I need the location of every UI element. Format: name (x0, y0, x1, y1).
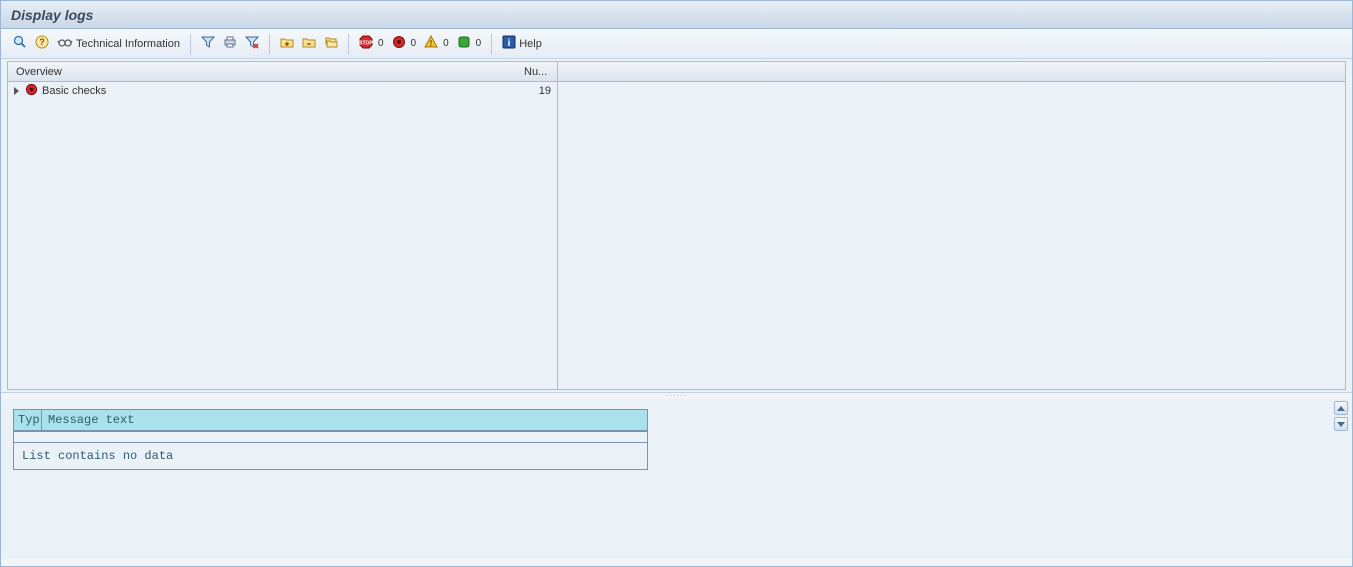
arrow-up-icon (1337, 406, 1345, 411)
help-button[interactable]: ? (31, 33, 53, 55)
toolbar-separator (491, 34, 492, 54)
tree-row-label: Basic checks (42, 85, 106, 97)
toolbar-separator (190, 34, 191, 54)
empty-message: List contains no data (14, 443, 647, 469)
magnifier-icon (12, 34, 28, 53)
empty-header (558, 62, 1345, 82)
toolbar-help-button[interactable]: i Help (498, 33, 546, 55)
svg-text:!: ! (430, 39, 433, 48)
table-divider (14, 431, 647, 443)
collapse-button[interactable] (298, 33, 320, 55)
col-header-text[interactable]: Message text (42, 410, 647, 431)
print-button[interactable] (219, 33, 241, 55)
filter-delete-button[interactable] (241, 33, 263, 55)
warning-count: 0 (443, 38, 449, 49)
scroll-up-button[interactable] (1334, 401, 1348, 415)
tree-header-overview[interactable]: Overview (8, 62, 520, 82)
funnel-x-icon (245, 35, 259, 52)
success-filter-button[interactable] (453, 33, 475, 55)
application-toolbar: ? Technical Information (1, 29, 1352, 59)
message-table-header: Typ Message text (14, 410, 647, 431)
warning-filter-button[interactable]: ! (420, 33, 442, 55)
error-icon (392, 35, 406, 52)
tree-row[interactable]: Basic checks (8, 82, 520, 100)
message-panel: Typ Message text List contains no data (1, 399, 1352, 559)
svg-text:STOP: STOP (359, 41, 373, 47)
error-count: 0 (411, 38, 417, 49)
warning-icon: ! (424, 35, 438, 52)
filter-button[interactable] (197, 33, 219, 55)
svg-text:i: i (508, 38, 511, 49)
toolbar-separator (348, 34, 349, 54)
error-filter-button[interactable] (388, 33, 410, 55)
folder-expand-icon (280, 35, 294, 52)
technical-info-button[interactable]: Technical Information (53, 33, 184, 55)
arrow-down-icon (1337, 422, 1345, 427)
page-title: Display logs (11, 7, 93, 23)
glasses-icon (57, 35, 73, 52)
folder-collapse-icon (302, 35, 316, 52)
message-empty-row: List contains no data (14, 443, 647, 469)
col-header-typ[interactable]: Typ (14, 410, 42, 431)
expand-arrow-icon[interactable] (14, 87, 19, 95)
printer-icon (223, 35, 237, 52)
toolbar-separator (269, 34, 270, 54)
scroll-buttons (1334, 401, 1348, 431)
title-bar: Display logs (1, 1, 1352, 29)
success-count: 0 (476, 38, 482, 49)
overview-panel: Overview Basic checks Nu... 19 (1, 59, 1352, 393)
funnel-icon (201, 35, 215, 52)
stop-filter-button[interactable]: STOP (355, 33, 377, 55)
info-icon: i (502, 35, 516, 52)
num-column: Nu... 19 (520, 61, 558, 390)
question-icon: ? (34, 34, 50, 53)
empty-column (558, 61, 1346, 390)
svg-text:?: ? (39, 37, 45, 47)
error-icon (25, 83, 38, 99)
tree-row-count: 19 (520, 82, 557, 100)
folders-icon (324, 35, 338, 52)
tree-column: Overview Basic checks (7, 61, 520, 390)
expand-button[interactable] (276, 33, 298, 55)
expand-all-button[interactable] (320, 33, 342, 55)
details-button[interactable] (9, 33, 31, 55)
tree-header-num[interactable]: Nu... (520, 62, 557, 82)
scroll-down-button[interactable] (1334, 417, 1348, 431)
help-label: Help (519, 38, 542, 50)
stop-icon: STOP (359, 35, 373, 52)
stop-count: 0 (378, 38, 384, 49)
technical-info-label: Technical Information (76, 38, 180, 50)
success-icon (457, 35, 471, 52)
message-table: Typ Message text List contains no data (13, 409, 648, 470)
